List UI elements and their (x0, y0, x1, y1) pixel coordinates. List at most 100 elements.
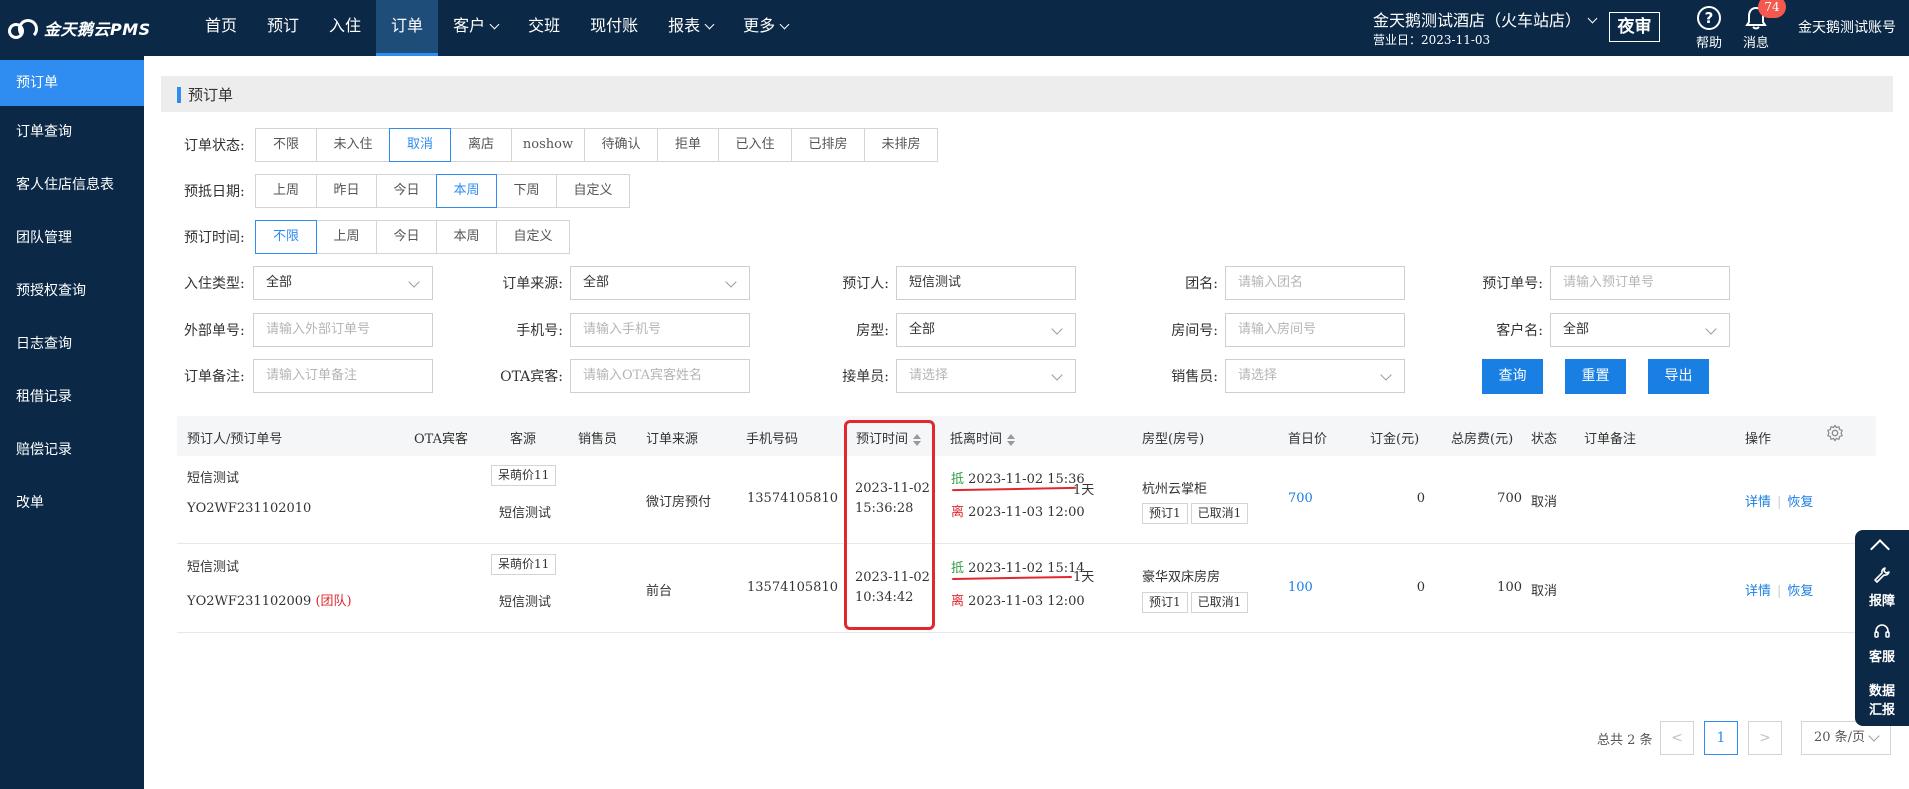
sidebar-item-order-query[interactable]: 订单查询 (0, 106, 144, 159)
col-booker: 预订人/预订单号 (187, 432, 283, 447)
chevron-up-icon[interactable] (1870, 539, 1890, 559)
next-page-button[interactable]: > (1748, 721, 1782, 755)
hotel-selector[interactable]: 金天鹅测试酒店（火车站店） (1373, 7, 1598, 31)
help-button[interactable]: ? 帮助 (1689, 4, 1729, 51)
customer-service-button[interactable]: 客服 (1855, 622, 1909, 665)
data-report-button[interactable]: 数据 汇报 (1855, 680, 1909, 718)
arrival-option-custom[interactable]: 自定义 (556, 174, 630, 208)
nav-reports[interactable]: 报表 (653, 0, 728, 56)
sidebar-item-rental-records[interactable]: 租借记录 (0, 371, 144, 424)
detail-link[interactable]: 详情 (1745, 584, 1771, 599)
nav-home[interactable]: 首页 (190, 0, 252, 56)
page-1-button[interactable]: 1 (1704, 721, 1738, 755)
messages-label: 消息 (1742, 36, 1769, 51)
nav-booking[interactable]: 预订 (252, 0, 314, 56)
export-button[interactable]: 导出 (1648, 359, 1709, 394)
booking-no-input[interactable]: 请输入预订单号 (1550, 266, 1730, 300)
restore-link[interactable]: 恢复 (1787, 584, 1813, 599)
field-label: OTA宾客: (500, 369, 563, 385)
arrival-option-yesterday[interactable]: 昨日 (316, 174, 377, 208)
reset-button[interactable]: 重置 (1565, 359, 1626, 394)
nav-more[interactable]: 更多 (728, 0, 803, 56)
status-option-rejected[interactable]: 拒单 (657, 128, 719, 162)
salesperson-select[interactable]: 请选择 (1225, 359, 1405, 393)
booking-time-option-this-week[interactable]: 本周 (436, 220, 497, 254)
detail-link[interactable]: 详情 (1745, 495, 1771, 510)
rate-tag-text: 呆萌价11 (491, 554, 557, 575)
total-fee: 700 (1497, 491, 1522, 506)
status-option-cancelled[interactable]: 取消 (389, 128, 451, 162)
nights: 1天 (1073, 483, 1095, 498)
chevron-down-icon (1868, 730, 1880, 742)
nav-cash-account[interactable]: 现付账 (575, 0, 653, 56)
restore-link[interactable]: 恢复 (1787, 495, 1813, 510)
action-separator: | (1777, 495, 1782, 510)
chevron-down-icon (1380, 369, 1392, 381)
checkin-type-select[interactable]: 全部 (253, 266, 433, 300)
sidebar-item-guest-stay-info[interactable]: 客人住店信息表 (0, 159, 144, 212)
page-size-select[interactable]: 20 条/页 (1801, 721, 1891, 755)
room-type-select[interactable]: 全部 (896, 313, 1076, 347)
nav-label: 更多 (743, 16, 776, 35)
status-option-not-checked-in[interactable]: 未入住 (316, 128, 390, 162)
arrival-option-next-week[interactable]: 下周 (496, 174, 557, 208)
ota-guest-input[interactable]: 请输入OTA宾客姓名 (570, 359, 750, 393)
prev-page-button[interactable]: < (1660, 721, 1694, 755)
night-audit-button[interactable]: 夜审 (1609, 12, 1660, 42)
nav-customers[interactable]: 客户 (438, 0, 513, 56)
arrival-option-today[interactable]: 今日 (376, 174, 437, 208)
status-option-unassigned[interactable]: 未排房 (864, 128, 938, 162)
sidebar-item-group-management[interactable]: 团队管理 (0, 212, 144, 265)
arrival-option-this-week[interactable]: 本周 (436, 174, 497, 208)
room-no-field: 房间号: 请输入房间号 (1145, 313, 1405, 347)
sort-icon[interactable] (1006, 433, 1016, 446)
messages-button[interactable]: 74 消息 (1736, 0, 1786, 51)
col-arrive-leave[interactable]: 抵离时间 (950, 428, 1016, 447)
nav-checkin[interactable]: 入住 (314, 0, 376, 56)
report-issue-button[interactable]: 报障 (1855, 566, 1909, 609)
nav-label: 交班 (528, 16, 561, 35)
status-option-all[interactable]: 不限 (255, 128, 317, 162)
main-nav: 首页 预订 入住 订单 客户 交班 现付账 报表 更多 (190, 0, 803, 56)
nav-orders[interactable]: 订单 (376, 0, 439, 56)
booking-time-option-all[interactable]: 不限 (255, 220, 317, 254)
status-option-checked-in[interactable]: 已入住 (718, 128, 792, 162)
sidebar-item-booking-list[interactable]: 预订单 (0, 60, 144, 106)
booking-time-option-today[interactable]: 今日 (376, 220, 437, 254)
booking-time-option-custom[interactable]: 自定义 (496, 220, 570, 254)
app-logo[interactable]: 金天鹅云PMS (8, 14, 151, 42)
booking-time-option-last-week[interactable]: 上周 (316, 220, 377, 254)
sidebar-item-preauth-query[interactable]: 预授权查询 (0, 265, 144, 318)
data-label-line2: 汇报 (1868, 703, 1895, 718)
search-button[interactable]: 查询 (1482, 359, 1543, 394)
message-count-badge: 74 (1758, 0, 1786, 18)
status-option-pending[interactable]: 待确认 (584, 128, 658, 162)
order-source-select[interactable]: 全部 (570, 266, 750, 300)
col-phone: 手机号码 (746, 432, 799, 447)
booker-input[interactable]: 短信测试 (896, 266, 1076, 300)
phone-number: 13574105810 (747, 580, 838, 595)
gear-icon[interactable] (1826, 424, 1844, 442)
customer-name-select[interactable]: 全部 (1550, 313, 1730, 347)
order-channel: 微订房预付 (646, 495, 712, 510)
status-option-checked-out[interactable]: 离店 (450, 128, 512, 162)
status-option-assigned[interactable]: 已排房 (791, 128, 865, 162)
sidebar-item-compensation-records[interactable]: 赔偿记录 (0, 424, 144, 477)
room-no-input[interactable]: 请输入房间号 (1225, 313, 1405, 347)
receptionist-select[interactable]: 请选择 (896, 359, 1076, 393)
order-remark-input[interactable]: 请输入订单备注 (253, 359, 433, 393)
account-menu[interactable]: 金天鹅测试账号 (1798, 17, 1896, 37)
sidebar-item-modify-order[interactable]: 改单 (0, 477, 144, 530)
hotel-name: 金天鹅测试酒店（火车站店） (1373, 11, 1582, 30)
arrive-time: 抵 2023-11-02 15:14 (951, 557, 1085, 576)
status-option-noshow[interactable]: noshow (511, 128, 585, 162)
group-name-input[interactable]: 请输入团名 (1225, 266, 1405, 300)
first-price-link[interactable]: 100 (1288, 580, 1313, 595)
external-no-input[interactable]: 请输入外部订单号 (253, 313, 433, 347)
sidebar-item-log-query[interactable]: 日志查询 (0, 318, 144, 371)
field-label: 客户名: (1496, 323, 1543, 339)
phone-input[interactable]: 请输入手机号 (570, 313, 750, 347)
nav-shift[interactable]: 交班 (513, 0, 575, 56)
arrival-option-last-week[interactable]: 上周 (255, 174, 317, 208)
first-price-link[interactable]: 700 (1288, 491, 1313, 506)
